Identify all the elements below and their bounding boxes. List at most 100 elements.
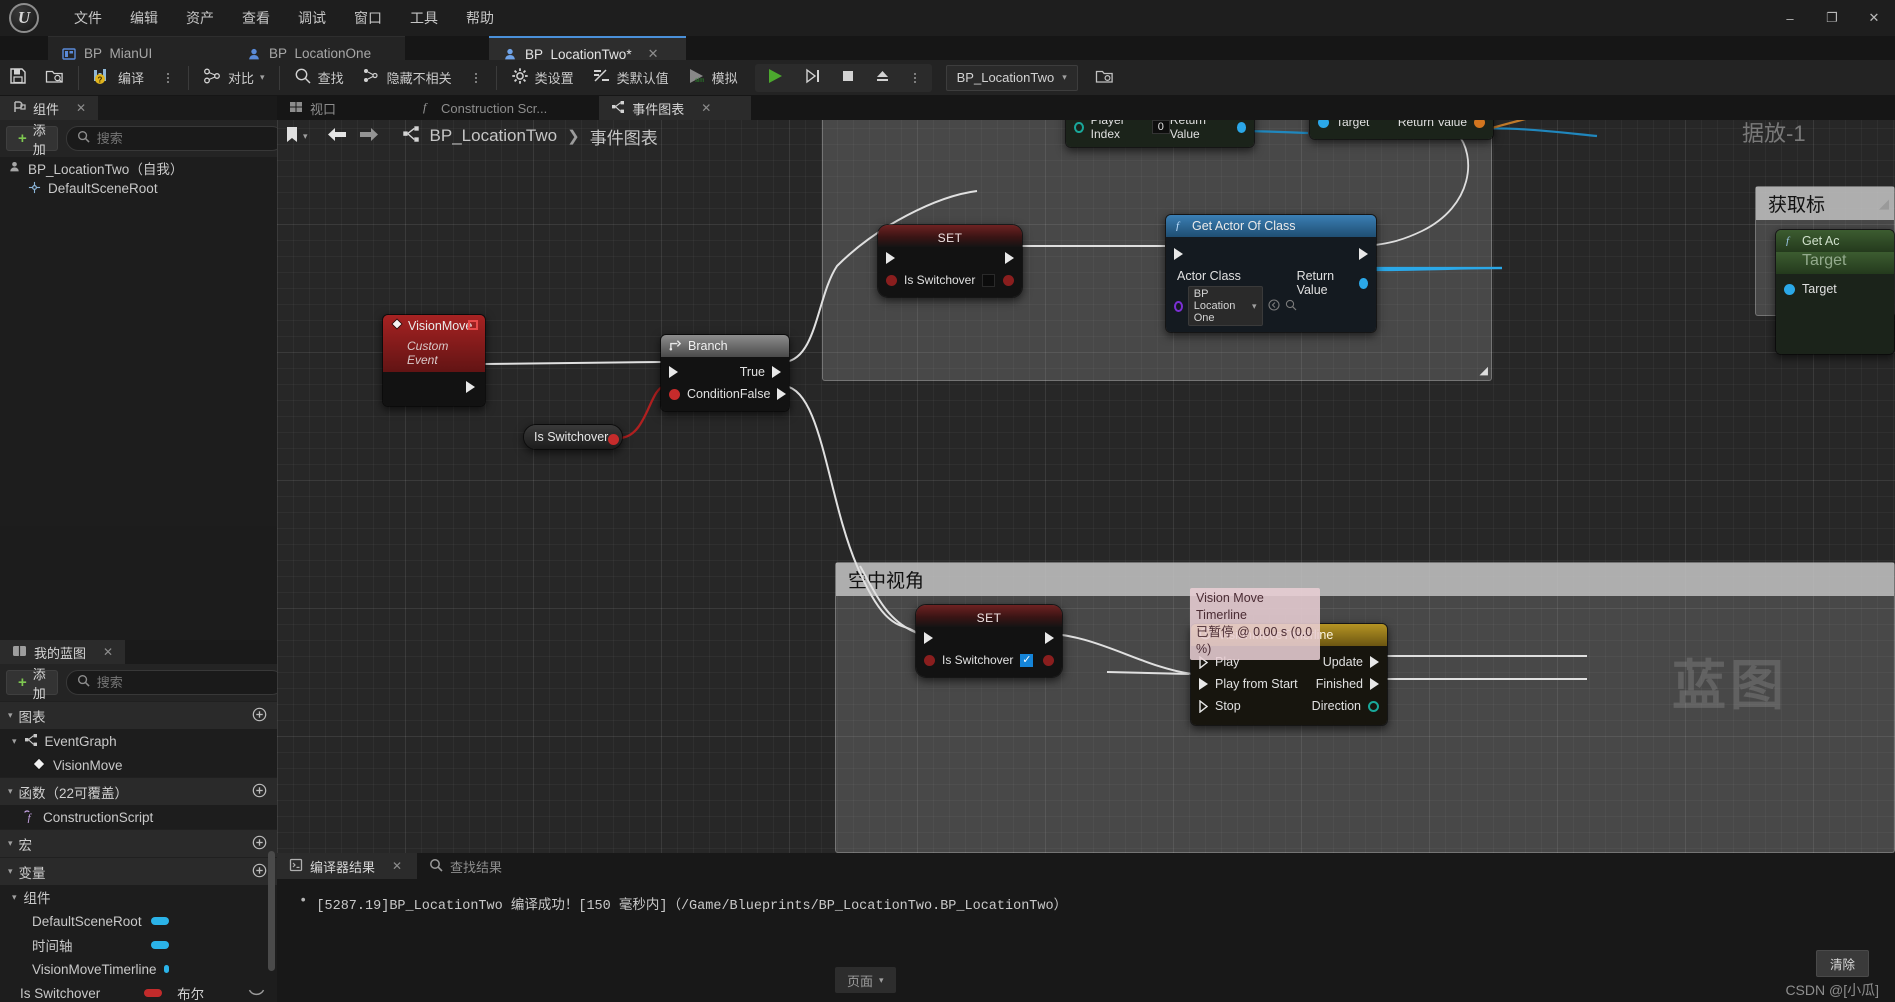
tab-components[interactable]: 组件 ✕: [0, 96, 99, 120]
exec-out-pin[interactable]: [1005, 252, 1014, 264]
section-variables-header[interactable]: ▾ 变量: [0, 857, 277, 885]
stop-button[interactable]: [831, 63, 865, 93]
class-defaults-button[interactable]: 类默认值: [583, 63, 678, 93]
menu-tools[interactable]: 工具: [396, 4, 452, 32]
pin-in-target[interactable]: Target: [1784, 282, 1837, 296]
exec-in-pin[interactable]: [924, 632, 933, 644]
components-search-box[interactable]: [65, 126, 284, 151]
menu-debug[interactable]: 调试: [284, 4, 340, 32]
plus-circle-icon[interactable]: [252, 707, 267, 725]
play-options-button[interactable]: [900, 63, 930, 93]
variable-type-pill[interactable]: [144, 989, 163, 997]
pin-in-condition[interactable]: Condition: [669, 387, 740, 401]
bool-checkbox[interactable]: [982, 273, 996, 287]
exec-out-pin[interactable]: [1370, 656, 1379, 668]
exec-in-pin[interactable]: [669, 366, 678, 378]
tree-row-var-timeline[interactable]: 时间轴: [0, 933, 277, 957]
chevron-down-icon[interactable]: ▾: [303, 131, 308, 142]
enum-out-pin[interactable]: [1368, 700, 1379, 712]
my-blueprint-scrollbar[interactable]: [268, 851, 275, 971]
class-pin[interactable]: [1174, 300, 1183, 312]
chevron-down-icon[interactable]: ▾: [8, 786, 13, 797]
add-blueprint-item-button[interactable]: + 添加: [6, 667, 58, 701]
delegate-pin[interactable]: [468, 320, 478, 330]
exec-out-pin[interactable]: [772, 366, 781, 378]
pin-out-return-value[interactable]: Return Value: [1297, 269, 1368, 297]
tab-compiler-results[interactable]: 编译器结果 ✕: [277, 853, 417, 879]
node-get-actor-of-class[interactable]: f Get Actor Of Class Actor Class BP Loca…: [1165, 214, 1377, 333]
bool-out-pin[interactable]: [608, 434, 619, 445]
compiler-log[interactable]: • [5287.19]BP_LocationTwo 编译成功！[150 毫秒内]…: [277, 879, 1895, 958]
exec-in-hollow-pin[interactable]: [1199, 699, 1208, 713]
back-button[interactable]: [326, 126, 348, 146]
tree-row-var-isswitchover[interactable]: Is Switchover 布尔: [0, 981, 277, 1002]
pin-out-finished[interactable]: Finished: [1316, 677, 1379, 691]
node-get-actor-right[interactable]: f Get Ac Target Target: [1775, 229, 1895, 355]
maximize-button[interactable]: ❐: [1811, 0, 1853, 36]
bookmark-button[interactable]: ▾: [285, 126, 308, 146]
actor-class-picker[interactable]: BP Location One ▾: [1187, 286, 1263, 326]
player-index-value[interactable]: 0: [1151, 120, 1170, 134]
pin-out-true[interactable]: True: [740, 365, 781, 379]
menu-asset[interactable]: 资产: [172, 4, 228, 32]
debug-filter-button[interactable]: [1086, 63, 1123, 93]
chevron-down-icon[interactable]: ▾: [8, 710, 13, 721]
tree-row-self[interactable]: BP_LocationTwo（自我）: [0, 157, 277, 178]
forward-button[interactable]: [358, 126, 380, 146]
exec-out-pin[interactable]: [1370, 678, 1379, 690]
exec-out-pin[interactable]: [1045, 632, 1054, 644]
graph-canvas[interactable]: ◢ 空中视角 获取标 据放-1 蓝图 f Get Player Pawn: [277, 96, 1895, 853]
bool-out-pin[interactable]: [1003, 274, 1014, 286]
bool-in-pin[interactable]: [669, 388, 680, 400]
close-icon[interactable]: ✕: [392, 859, 402, 873]
tab-event-graph[interactable]: 事件图表 ✕: [599, 96, 752, 120]
class-settings-button[interactable]: 类设置: [502, 63, 583, 93]
plus-circle-icon[interactable]: [252, 863, 267, 881]
tab-construction-script[interactable]: f Construction Scr...: [408, 96, 559, 120]
play-button[interactable]: [757, 63, 795, 93]
variable-type-pill[interactable]: [163, 965, 169, 973]
object-out-pin[interactable]: [1359, 277, 1368, 289]
tree-row-constructionscript[interactable]: f ConstructionScript: [0, 805, 277, 829]
object-pin[interactable]: [1784, 283, 1795, 295]
chevron-down-icon[interactable]: ▾: [8, 838, 13, 849]
bool-checkbox[interactable]: ✓: [1020, 653, 1034, 667]
page-dropdown[interactable]: 页面 ▾: [835, 967, 896, 993]
maximize-graph-icon[interactable]: ◢: [1879, 196, 1889, 212]
section-macros-header[interactable]: ▾ 宏: [0, 829, 277, 857]
hide-unrelated-button[interactable]: 隐藏不相关: [353, 63, 461, 93]
variable-type-pill[interactable]: [151, 941, 169, 949]
browse-content-button[interactable]: [36, 63, 73, 93]
search-icon[interactable]: [1285, 299, 1297, 314]
section-functions-header[interactable]: ▾ 函数（22可覆盖）: [0, 777, 277, 805]
search-input[interactable]: [96, 675, 273, 690]
save-button[interactable]: [0, 63, 36, 93]
pin-in-is-switchover[interactable]: Is Switchover ✓: [924, 653, 1034, 667]
simulate-button[interactable]: sim 模拟: [678, 63, 747, 93]
breadcrumb-root[interactable]: BP_LocationTwo: [430, 126, 558, 146]
exec-in-pin[interactable]: [1199, 678, 1208, 690]
menu-help[interactable]: 帮助: [452, 4, 508, 32]
node-get-is-switchover[interactable]: Is Switchover: [523, 424, 623, 450]
exec-out-pin[interactable]: [777, 388, 787, 400]
node-set-is-switchover-false[interactable]: SET Is Switchover: [877, 224, 1023, 298]
pin-out-direction[interactable]: Direction: [1312, 699, 1379, 713]
hide-unrelated-options-button[interactable]: [461, 63, 491, 93]
node-vision-move-custom-event[interactable]: VisionMove Custom Event: [382, 314, 486, 407]
chevron-down-icon[interactable]: ▾: [1252, 301, 1257, 312]
tree-row-var-defaultsceneroot[interactable]: DefaultSceneRoot: [0, 909, 277, 933]
tab-find-results[interactable]: 查找结果: [417, 853, 514, 879]
tree-row-variables-group-components[interactable]: ▾ 组件: [0, 885, 277, 909]
chevron-down-icon[interactable]: ▾: [12, 736, 17, 747]
eye-closed-icon[interactable]: [248, 986, 265, 1001]
tree-row-var-visionmovetimerline[interactable]: VisionMoveTimerline: [0, 957, 277, 981]
diff-button[interactable]: 对比 ▾: [194, 63, 274, 93]
pin-in-play-from-start[interactable]: Play from Start: [1199, 677, 1298, 691]
exec-out-pin[interactable]: [1359, 248, 1368, 260]
menu-window[interactable]: 窗口: [340, 4, 396, 32]
int-pin[interactable]: [1074, 121, 1084, 133]
log-entry[interactable]: • [5287.19]BP_LocationTwo 编译成功！[150 毫秒内]…: [299, 893, 1895, 914]
tree-row-eventgraph[interactable]: ▾ EventGraph: [0, 729, 277, 753]
comment-title[interactable]: 空中视角: [836, 563, 1894, 596]
tree-row-visionmove[interactable]: VisionMove: [0, 753, 277, 777]
